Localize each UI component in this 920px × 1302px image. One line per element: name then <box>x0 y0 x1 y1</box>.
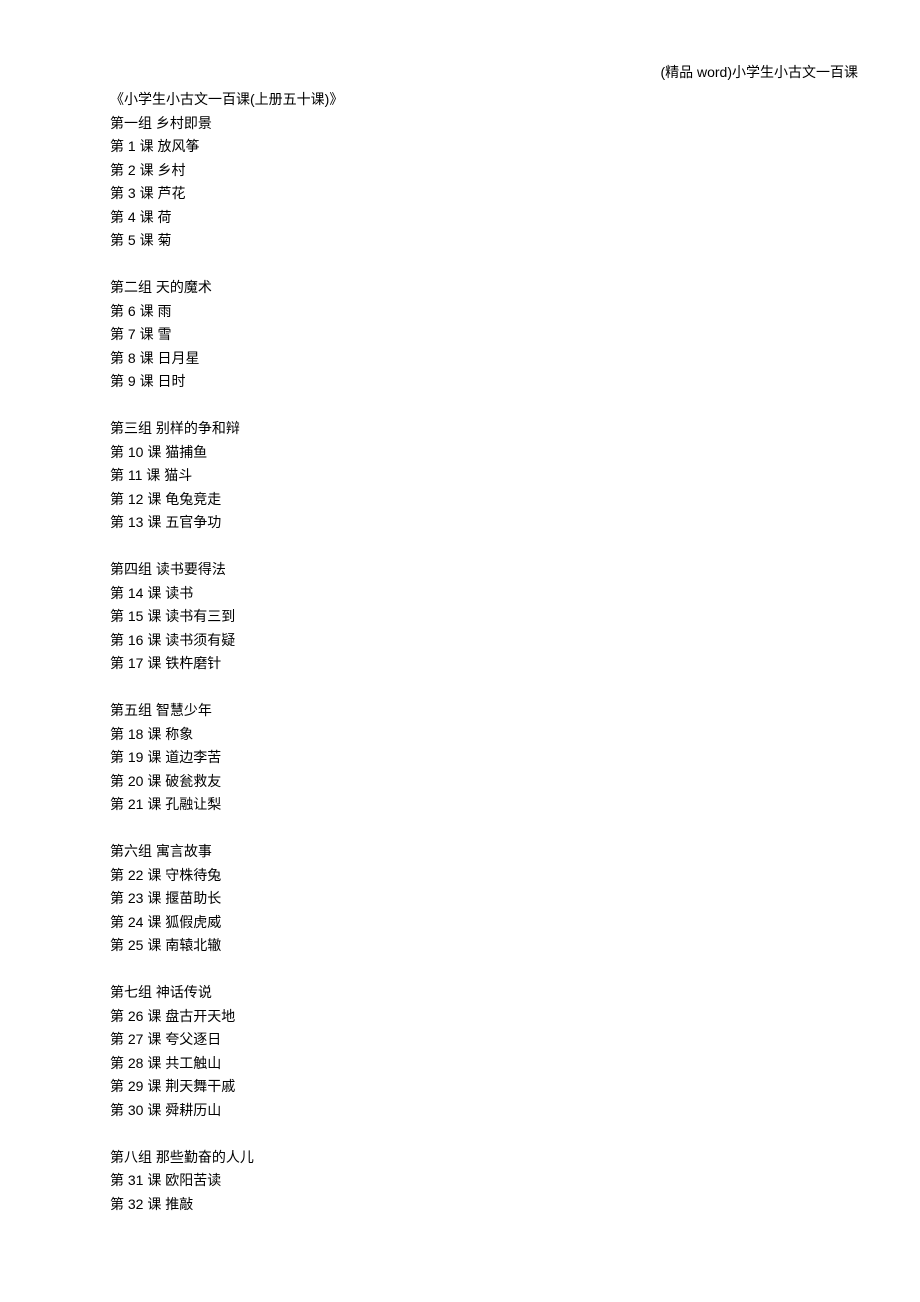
lesson-item: 第 1 课 放风筝 <box>110 135 343 159</box>
lesson-item: 第 16 课 读书须有疑 <box>110 629 343 653</box>
page-header: (精品 word)小学生小古文一百课 <box>660 62 858 82</box>
lesson-item: 第 11 课 猫斗 <box>110 464 343 488</box>
lesson-item: 第 20 课 破瓮救友 <box>110 770 343 794</box>
lesson-item: 第 9 课 日时 <box>110 370 343 394</box>
lesson-item: 第 15 课 读书有三到 <box>110 605 343 629</box>
lesson-item: 第 3 课 芦花 <box>110 182 343 206</box>
group-header: 第六组 寓言故事 <box>110 840 343 864</box>
lesson-item: 第 27 课 夸父逐日 <box>110 1028 343 1052</box>
group-header: 第四组 读书要得法 <box>110 558 343 582</box>
lesson-item: 第 18 课 称象 <box>110 723 343 747</box>
lesson-item: 第 30 课 舜耕历山 <box>110 1099 343 1123</box>
lesson-item: 第 4 课 荷 <box>110 206 343 230</box>
lesson-item: 第 32 课 推敲 <box>110 1193 343 1217</box>
document-content: 《小学生小古文一百课(上册五十课)》 第一组 乡村即景 第 1 课 放风筝 第 … <box>110 88 343 1216</box>
lesson-item: 第 10 课 猫捕鱼 <box>110 441 343 465</box>
lesson-item: 第 26 课 盘古开天地 <box>110 1005 343 1029</box>
lesson-item: 第 2 课 乡村 <box>110 159 343 183</box>
lesson-item: 第 21 课 孔融让梨 <box>110 793 343 817</box>
group-header: 第一组 乡村即景 <box>110 112 343 136</box>
lesson-item: 第 24 课 狐假虎威 <box>110 911 343 935</box>
document-title: 《小学生小古文一百课(上册五十课)》 <box>110 88 343 112</box>
lesson-item: 第 25 课 南辕北辙 <box>110 934 343 958</box>
lesson-item: 第 17 课 铁杵磨针 <box>110 652 343 676</box>
lesson-item: 第 8 课 日月星 <box>110 347 343 371</box>
group-header: 第三组 别样的争和辩 <box>110 417 343 441</box>
lesson-item: 第 29 课 荆天舞干戚 <box>110 1075 343 1099</box>
lesson-item: 第 14 课 读书 <box>110 582 343 606</box>
lesson-item: 第 31 课 欧阳苦读 <box>110 1169 343 1193</box>
lesson-item: 第 19 课 道边李苦 <box>110 746 343 770</box>
lesson-item: 第 12 课 龟兔竞走 <box>110 488 343 512</box>
lesson-item: 第 5 课 菊 <box>110 229 343 253</box>
lesson-item: 第 6 课 雨 <box>110 300 343 324</box>
lesson-item: 第 22 课 守株待兔 <box>110 864 343 888</box>
lesson-item: 第 28 课 共工触山 <box>110 1052 343 1076</box>
group-header: 第八组 那些勤奋的人儿 <box>110 1146 343 1170</box>
group-header: 第七组 神话传说 <box>110 981 343 1005</box>
lesson-item: 第 13 课 五官争功 <box>110 511 343 535</box>
group-header: 第五组 智慧少年 <box>110 699 343 723</box>
group-header: 第二组 天的魔术 <box>110 276 343 300</box>
lesson-item: 第 7 课 雪 <box>110 323 343 347</box>
lesson-item: 第 23 课 揠苗助长 <box>110 887 343 911</box>
